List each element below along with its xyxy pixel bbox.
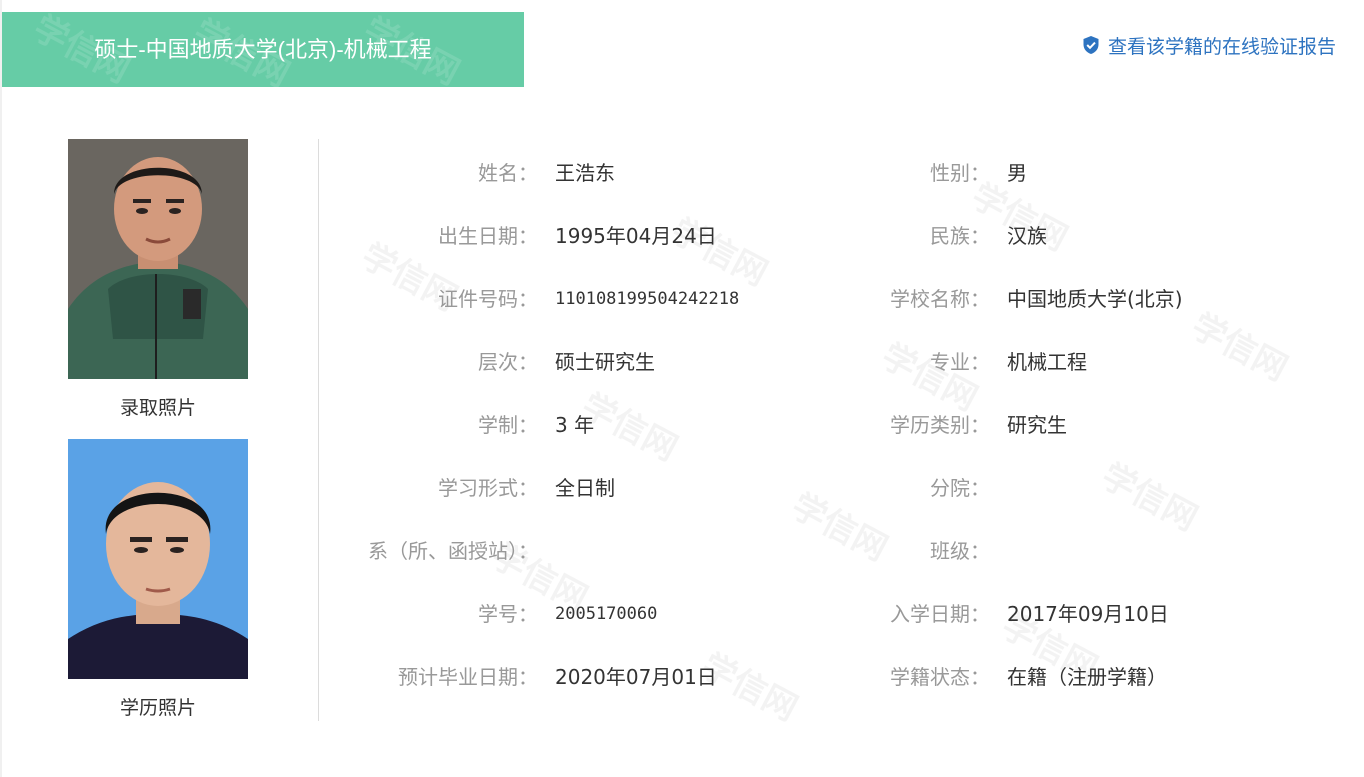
info-row: 学制： 3 年 学历类别： 研究生 [330,400,1330,450]
record-title: 硕士-中国地质大学(北京)-机械工程 [94,37,432,62]
info-row: 学号： 2005170060 入学日期： 2017年09月10日 [330,589,1330,639]
info-row: 预计毕业日期： 2020年07月01日 学籍状态： 在籍（注册学籍） [330,652,1330,702]
field-value: 机械工程 [1007,350,1087,374]
field-value [1007,526,1327,576]
field-label: 入学日期： [890,602,990,626]
verify-link-label: 查看该学籍的在线验证报告 [1107,35,1336,58]
field-label: 层次： [478,350,538,374]
info-row: 层次： 硕士研究生 专业： 机械工程 [330,337,1330,387]
field-value: 男 [1007,161,1027,185]
field-label: 系（所、函授站）： [368,539,538,563]
field-value: 研究生 [1007,413,1067,437]
info-row: 证件号码： 110108199504242218 学校名称： 中国地质大学(北京… [330,274,1330,324]
photo-column: 录取照片 学历照片 [68,139,250,721]
field-label: 证件号码： [438,287,538,311]
field-label: 民族： [930,224,990,248]
field-label: 学制： [478,413,538,437]
info-row: 出生日期： 1995年04月24日 民族： 汉族 [330,211,1330,261]
info-row: 学习形式： 全日制 分院： [330,463,1330,513]
page-left-border [0,0,2,777]
shield-check-icon [1083,36,1099,54]
info-row: 系（所、函授站）： 班级： [330,526,1330,576]
field-label: 班级： [930,539,990,563]
admission-photo [68,139,248,379]
field-value: 汉族 [1007,224,1047,248]
field-label: 学习形式： [438,476,538,500]
degree-photo [68,439,248,679]
info-row: 姓名： 王浩东 性别： 男 [330,148,1330,198]
field-label: 学校名称： [890,287,990,311]
column-divider [318,139,319,721]
field-label: 学历类别： [890,413,990,437]
field-label: 性别： [930,161,990,185]
field-label: 姓名： [478,161,538,185]
verify-report-link[interactable]: 查看该学籍的在线验证报告 [1082,32,1336,58]
field-value [1007,463,1327,513]
degree-photo-caption: 学历照片 [119,697,196,719]
field-value: 在籍（注册学籍） [1007,665,1167,689]
field-label: 分院： [930,476,990,500]
field-label: 学籍状态： [890,665,990,689]
field-label: 预计毕业日期： [398,665,538,689]
field-label: 出生日期： [438,224,538,248]
field-label: 专业： [930,350,990,374]
record-title-banner: 学信网 学信网 学信网 硕士-中国地质大学(北京)-机械工程 [2,12,524,87]
field-value: 中国地质大学(北京) [1007,287,1183,311]
field-value: 2017年09月10日 [1007,602,1169,626]
field-label: 学号： [478,602,538,626]
admission-photo-caption: 录取照片 [119,397,196,419]
